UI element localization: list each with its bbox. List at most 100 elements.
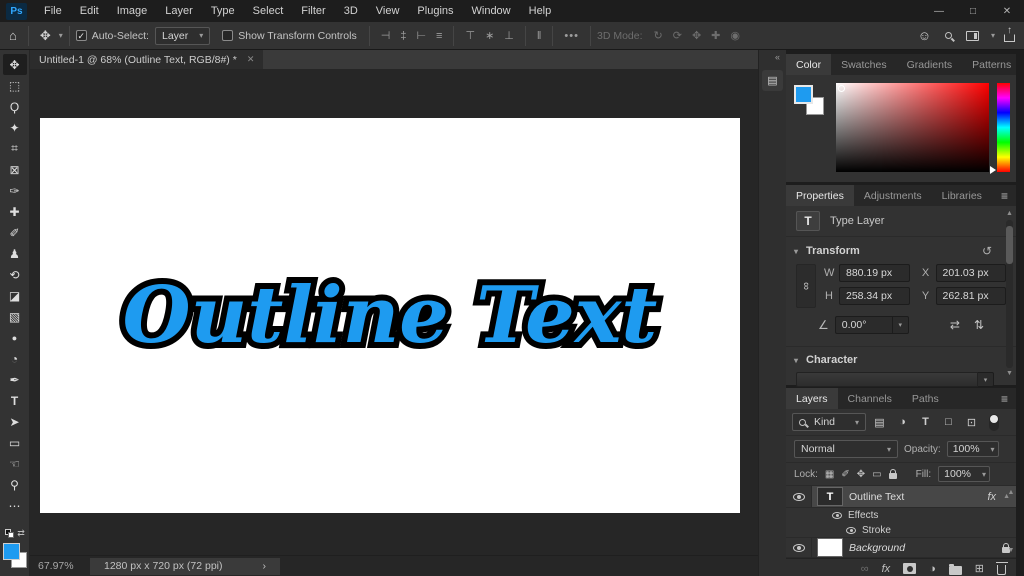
move-tool[interactable]: ✥ — [2, 54, 27, 75]
flip-horizontal-icon[interactable]: ⇄ — [950, 318, 960, 332]
hue-slider[interactable] — [997, 83, 1010, 172]
gradient-tool[interactable]: ▧ — [3, 306, 27, 327]
eraser-tool[interactable]: ◪ — [3, 285, 27, 306]
menu-plugins[interactable]: Plugins — [408, 0, 462, 22]
menu-filter[interactable]: Filter — [292, 0, 334, 22]
text-layer-thumbnail[interactable]: T — [817, 487, 843, 506]
menu-type[interactable]: Type — [202, 0, 244, 22]
tab-swatches[interactable]: Swatches — [831, 54, 897, 75]
auto-select-dropdown[interactable]: Layer ▾ — [154, 26, 211, 45]
scroll-up-icon[interactable]: ▲ — [1008, 488, 1015, 498]
menu-select[interactable]: Select — [244, 0, 293, 22]
close-tab-icon[interactable]: ✕ — [247, 54, 255, 65]
move-tool-preset-icon[interactable]: ✥ — [35, 28, 56, 44]
stroke-effect-row[interactable]: Stroke — [786, 523, 1016, 538]
clone-stamp-tool[interactable]: ♟ — [3, 243, 27, 264]
document-info-field[interactable]: 1280 px x 720 px (72 ppi) › — [90, 557, 280, 575]
collapse-section-icon[interactable]: ▾ — [794, 356, 798, 365]
collapse-panels-icon[interactable]: « — [775, 50, 786, 66]
add-layer-mask-icon[interactable] — [903, 563, 917, 574]
fill-dropdown[interactable]: 100% ▾ — [938, 466, 991, 482]
lock-transparency-icon[interactable]: ▦ — [825, 469, 834, 480]
collapsed-panel-icon[interactable]: ▤ — [762, 70, 783, 91]
collapse-section-icon[interactable]: ▾ — [794, 247, 798, 256]
hand-tool[interactable]: ☜ — [3, 453, 27, 474]
layer-name[interactable]: Background — [849, 542, 905, 554]
share-icon[interactable] — [999, 25, 1020, 42]
close-button[interactable]: ✕ — [990, 0, 1024, 22]
eyedropper-tool[interactable]: ✑ — [3, 180, 27, 201]
tab-color[interactable]: Color — [786, 54, 832, 75]
scroll-down-icon[interactable]: ▼ — [1006, 369, 1013, 379]
align-bottom-edges-icon[interactable]: ⊥ — [499, 29, 519, 42]
scrollbar-thumb[interactable] — [1006, 226, 1013, 264]
tab-libraries[interactable]: Libraries — [932, 185, 992, 206]
width-input[interactable]: 880.19 px — [839, 264, 910, 282]
canvas-document[interactable]: Outline Text — [40, 118, 740, 513]
y-position-input[interactable]: 262.81 px — [935, 287, 1006, 305]
lock-all-icon[interactable] — [888, 469, 897, 479]
tab-gradients[interactable]: Gradients — [897, 54, 963, 75]
color-picker-marker[interactable] — [838, 85, 845, 92]
align-right-edges-icon[interactable]: ⊢ — [411, 29, 431, 42]
properties-scrollbar[interactable]: ▲ ▼ — [1005, 209, 1014, 379]
blend-mode-dropdown[interactable]: Normal ▾ — [794, 440, 898, 458]
add-layer-style-icon[interactable]: fx — [882, 563, 891, 575]
align-justify-icon[interactable]: ≡ — [431, 30, 447, 42]
panel-menu-icon[interactable]: ≡ — [993, 185, 1016, 206]
flip-vertical-icon[interactable]: ⇅ — [974, 318, 984, 332]
menu-edit[interactable]: Edit — [71, 0, 108, 22]
history-brush-tool[interactable]: ⟲ — [3, 264, 27, 285]
menu-help[interactable]: Help — [520, 0, 561, 22]
more-options-icon[interactable]: ••• — [559, 30, 584, 42]
filter-kind-dropdown[interactable]: Kind ▾ — [792, 413, 866, 431]
object-selection-tool[interactable]: ✦ — [3, 117, 27, 138]
tab-channels[interactable]: Channels — [838, 388, 902, 409]
rotation-angle-input[interactable]: 0.00° — [834, 316, 893, 334]
edit-toolbar-icon[interactable]: ⋯ — [3, 495, 27, 516]
minimize-button[interactable]: — — [922, 0, 956, 22]
layer-name[interactable]: Outline Text — [849, 491, 904, 503]
lock-pixels-icon[interactable]: ✐ — [841, 469, 849, 480]
marquee-tool[interactable]: ⬚ — [3, 75, 27, 96]
document-tab[interactable]: Untitled-1 @ 68% (Outline Text, RGB/8#) … — [30, 50, 264, 69]
auto-select-checkbox[interactable]: ✓ — [75, 30, 87, 41]
menu-window[interactable]: Window — [463, 0, 520, 22]
search-icon[interactable] — [940, 32, 957, 39]
add-adjustment-layer-icon[interactable]: ◑ — [929, 563, 936, 575]
filter-smart-objects-icon[interactable]: ⊡ — [962, 414, 981, 431]
tab-properties[interactable]: Properties — [786, 185, 854, 206]
new-group-icon[interactable] — [948, 563, 962, 575]
angle-dropdown-icon[interactable]: ▾ — [892, 316, 909, 334]
distribute-icon[interactable]: ‖ — [532, 30, 547, 42]
maximize-button[interactable]: □ — [956, 0, 990, 22]
font-family-dropdown[interactable]: ▾ — [796, 372, 994, 387]
menu-image[interactable]: Image — [108, 0, 157, 22]
menu-3d[interactable]: 3D — [335, 0, 367, 22]
tab-adjustments[interactable]: Adjustments — [854, 185, 932, 206]
menu-file[interactable]: File — [35, 0, 71, 22]
filter-pixel-layers-icon[interactable]: ▤ — [870, 414, 889, 431]
eye-icon[interactable] — [846, 526, 856, 534]
tab-paths[interactable]: Paths — [902, 388, 949, 409]
crop-tool[interactable]: ⌗ — [3, 138, 27, 159]
layers-scrollbar[interactable]: ▲ ▼ — [1007, 488, 1015, 556]
new-layer-icon[interactable]: ⊞ — [975, 562, 984, 575]
path-selection-tool[interactable]: ➤ — [3, 411, 27, 432]
filter-type-layers-icon[interactable]: T — [916, 414, 935, 431]
height-input[interactable]: 258.34 px — [839, 287, 910, 305]
reset-transform-icon[interactable]: ↺ — [982, 244, 1006, 258]
dodge-tool[interactable]: ◔ — [3, 348, 27, 369]
status-chevron-icon[interactable]: › — [263, 560, 267, 572]
menu-view[interactable]: View — [367, 0, 409, 22]
default-colors-icon[interactable] — [5, 529, 15, 538]
align-horizontal-centers-icon[interactable]: ‡ — [395, 30, 411, 42]
zoom-tool[interactable]: ⚲ — [3, 474, 27, 495]
delete-layer-icon[interactable] — [995, 561, 1008, 575]
character-section-header[interactable]: ▾ Character — [786, 347, 1016, 370]
lock-artboard-icon[interactable]: ▭ — [872, 469, 881, 480]
chevron-down-icon[interactable]: ▾ — [59, 31, 63, 40]
panel-menu-icon[interactable]: ≡ — [993, 388, 1016, 409]
foreground-color-swatch[interactable] — [3, 543, 20, 560]
brush-tool[interactable]: ✐ — [3, 222, 27, 243]
